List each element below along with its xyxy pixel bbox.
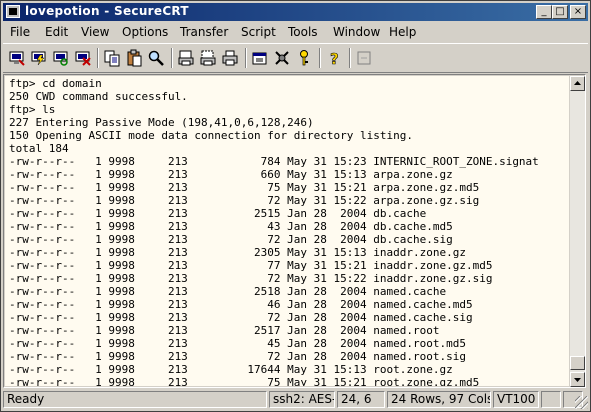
terminal-output[interactable]: ftp> cd domain 250 CWD command successful… xyxy=(5,76,569,386)
terminal-line: -rw-r--r-- 1 9998 213 75 May 31 15:21 ar… xyxy=(9,181,480,194)
terminal-line: ftp> cd domain xyxy=(9,77,102,90)
status-bar: Ready ssh2: AES-128 24, 6 24 Rows, 97 Co… xyxy=(3,390,588,409)
securecrt-window: lovepotion - SecureCRT _ □ × File Edit V… xyxy=(0,0,591,412)
terminal-line: -rw-r--r-- 1 9998 213 72 May 31 15:22 in… xyxy=(9,272,493,285)
toolbar-separator xyxy=(245,48,247,68)
toolbar-separator xyxy=(349,48,351,68)
find-icon[interactable] xyxy=(147,49,165,67)
status-caps xyxy=(541,391,561,408)
key-icon[interactable] xyxy=(295,49,313,67)
scroll-down-button[interactable] xyxy=(570,372,585,387)
menu-bar: File Edit View Options Transfer Script T… xyxy=(3,22,588,42)
reconnect-icon[interactable] xyxy=(52,49,70,67)
vertical-scrollbar[interactable] xyxy=(570,76,585,387)
toolbar-separator xyxy=(319,48,321,68)
quick-connect-icon[interactable] xyxy=(30,49,48,67)
window-title: lovepotion - SecureCRT xyxy=(25,4,189,18)
terminal-line: 227 Entering Passive Mode (198,41,0,6,12… xyxy=(9,116,314,129)
terminal-line: -rw-r--r-- 1 9998 213 75 May 31 15:21 ro… xyxy=(9,376,480,386)
menu-help[interactable]: Help xyxy=(389,25,416,39)
toolbar: ? xyxy=(3,43,588,73)
terminal-line: -rw-r--r-- 1 9998 213 660 May 31 15:13 a… xyxy=(9,168,453,181)
menu-window[interactable]: Window xyxy=(333,25,380,39)
print-screen-icon[interactable] xyxy=(177,49,195,67)
disconnect-icon[interactable] xyxy=(74,49,92,67)
help-icon[interactable]: ? xyxy=(325,49,343,67)
terminal-line: -rw-r--r-- 1 9998 213 72 May 31 15:22 ar… xyxy=(9,194,480,207)
terminal-line: -rw-r--r-- 1 9998 213 2515 Jan 28 2004 d… xyxy=(9,207,427,220)
terminal-line: -rw-r--r-- 1 9998 213 46 Jan 28 2004 nam… xyxy=(9,298,473,311)
maximize-button[interactable]: □ xyxy=(552,5,568,19)
status-ready: Ready xyxy=(3,391,267,408)
svg-text:?: ? xyxy=(330,50,339,67)
menu-view[interactable]: View xyxy=(81,25,109,39)
terminal-line: ftp> ls xyxy=(9,103,56,116)
minimize-button[interactable]: _ xyxy=(536,5,552,19)
terminal-line: -rw-r--r-- 1 9998 213 45 Jan 28 2004 nam… xyxy=(9,337,466,350)
terminal-line: -rw-r--r-- 1 9998 213 784 May 31 15:23 I… xyxy=(9,155,539,168)
close-button[interactable]: × xyxy=(570,5,586,19)
print-selection-icon[interactable] xyxy=(199,49,217,67)
terminal-line: -rw-r--r-- 1 9998 213 43 Jan 28 2004 db.… xyxy=(9,220,453,233)
toolbar-separator xyxy=(171,48,173,68)
global-options-icon[interactable] xyxy=(273,49,291,67)
terminal-line: 150 Opening ASCII mode data connection f… xyxy=(9,129,413,142)
terminal-line: -rw-r--r-- 1 9998 213 72 Jan 28 2004 nam… xyxy=(9,350,466,363)
menu-options[interactable]: Options xyxy=(122,25,168,39)
terminal-line: -rw-r--r-- 1 9998 213 72 Jan 28 2004 nam… xyxy=(9,311,473,324)
menu-tools[interactable]: Tools xyxy=(288,25,318,39)
resize-grip[interactable] xyxy=(575,396,588,409)
print-icon[interactable] xyxy=(221,49,239,67)
session-options-icon[interactable] xyxy=(251,49,269,67)
menu-script[interactable]: Script xyxy=(241,25,276,39)
title-bar[interactable]: lovepotion - SecureCRT _ □ × xyxy=(3,3,588,21)
terminal-line: total 184 xyxy=(9,142,69,155)
menu-transfer[interactable]: Transfer xyxy=(180,25,228,39)
status-protocol: ssh2: AES-128 xyxy=(269,391,335,408)
terminal-line: -rw-r--r-- 1 9998 213 2517 Jan 28 2004 n… xyxy=(9,324,440,337)
securecrt-app-icon[interactable] xyxy=(6,5,20,18)
toolbar-separator xyxy=(97,48,99,68)
scroll-up-button[interactable] xyxy=(570,76,585,91)
terminal-line: -rw-r--r-- 1 9998 213 2305 May 31 15:13 … xyxy=(9,246,466,259)
terminal-line: -rw-r--r-- 1 9998 213 77 May 31 15:21 in… xyxy=(9,259,493,272)
terminal-line: 250 CWD command successful. xyxy=(9,90,188,103)
connect-icon[interactable] xyxy=(8,49,26,67)
terminal-line: -rw-r--r-- 1 9998 213 72 Jan 28 2004 db.… xyxy=(9,233,453,246)
menu-edit[interactable]: Edit xyxy=(45,25,68,39)
status-emulation: VT100 xyxy=(493,391,539,408)
disabled-icon xyxy=(355,49,373,67)
status-cursor: 24, 6 xyxy=(337,391,385,408)
status-size: 24 Rows, 97 Cols xyxy=(387,391,491,408)
terminal-line: -rw-r--r-- 1 9998 213 17644 May 31 15:13… xyxy=(9,363,453,376)
paste-icon[interactable] xyxy=(125,49,143,67)
terminal-frame: ftp> cd domain 250 CWD command successful… xyxy=(3,74,586,388)
menu-file[interactable]: File xyxy=(10,25,30,39)
terminal-line: -rw-r--r-- 1 9998 213 2518 Jan 28 2004 n… xyxy=(9,285,447,298)
scroll-thumb[interactable] xyxy=(570,356,585,370)
copy-icon[interactable] xyxy=(103,49,121,67)
